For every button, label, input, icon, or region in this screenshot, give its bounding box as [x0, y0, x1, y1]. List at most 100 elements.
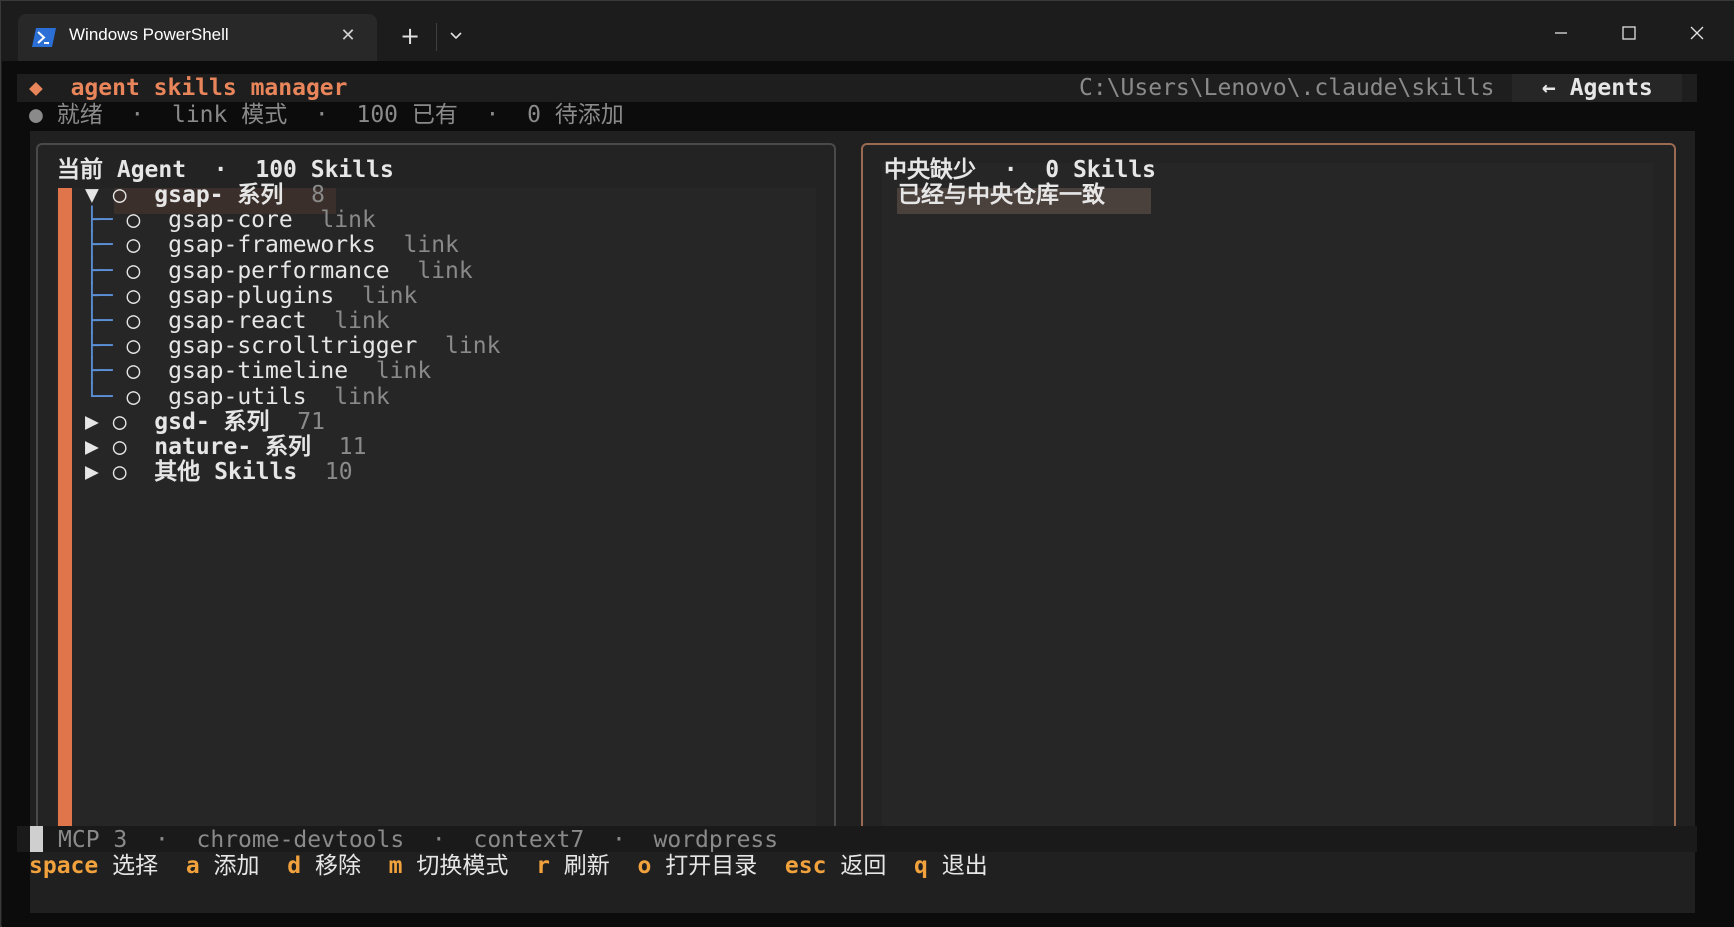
shortcut-bar: space 选择 a 添加 d 移除 m 切换模式 r 刷新 o 打开目录 es… [29, 852, 988, 880]
shortcut-label: 退出 [941, 853, 988, 879]
list-item[interactable]: ├─ ○ gsap-core link [85, 206, 376, 234]
group-name: gsd- 系列 [154, 409, 270, 435]
shortcut-key: space [29, 853, 99, 879]
list-item[interactable]: ├─ ○ gsap-frameworks link [85, 231, 459, 259]
group-row-gsd[interactable]: ▶ ○ gsd- 系列 71 [85, 408, 325, 436]
tree-branch-icon: ├─ [85, 358, 113, 384]
skill-type: link [361, 283, 418, 309]
tree-branch-icon: ├─ [85, 308, 113, 334]
skill-type: link [334, 384, 390, 410]
skills-path: C:\Users\Lenovo\.claude\skills [1079, 75, 1495, 101]
title-bar: Windows PowerShell ✕ + [1, 1, 1734, 61]
skill-type: link [320, 207, 376, 233]
skill-type: link [403, 232, 459, 258]
mcp-label: MCP 3 [58, 827, 128, 853]
skill-name: gsap-utils [168, 384, 307, 410]
skill-type: link [445, 333, 501, 359]
tab-separator [436, 23, 437, 51]
group-count: 71 [297, 409, 325, 435]
sync-message: 已经与中央仓库一致 [898, 182, 1105, 208]
cursor-block [30, 826, 43, 852]
left-panel-title: 当前 Agent · 100 Skills [57, 157, 394, 183]
status-existing: 100 已有 [356, 102, 458, 128]
selection-indicator [58, 188, 72, 830]
list-item[interactable]: ├─ ○ gsap-timeline link [85, 357, 431, 385]
shortcut-key: o [637, 853, 652, 879]
shortcut-label: 移除 [314, 853, 361, 879]
chevron-down-icon[interactable] [443, 19, 469, 53]
tree-branch-icon: ├─ [85, 232, 113, 258]
missing-list-area [882, 163, 1653, 831]
group-name: gsap- 系列 [154, 182, 284, 208]
circle-icon: ○ [112, 409, 127, 435]
list-item[interactable]: ├─ ○ gsap-scrolltrigger link [85, 332, 500, 360]
skill-name: gsap-frameworks [168, 232, 376, 258]
skill-type: link [334, 308, 390, 334]
terminal-area[interactable]: ◆ agent skills manager C:\Users\Lenovo\.… [2, 61, 1734, 927]
mcp-server: context7 [473, 827, 585, 853]
status-line: ● 就绪 · link 模式 · 100 已有 · 0 待添加 [29, 102, 624, 128]
tab-title: Windows PowerShell [69, 25, 229, 44]
shortcut-label: 选择 [112, 853, 159, 879]
circle-icon: ○ [112, 459, 127, 485]
shortcut-key: d [287, 853, 302, 879]
collapsed-triangle-icon: ▶ [85, 434, 99, 460]
close-window-button[interactable] [1677, 13, 1717, 53]
circle-icon: ○ [112, 434, 127, 460]
shortcut-key: a [185, 853, 200, 879]
skill-name: gsap-plugins [168, 283, 335, 309]
terminal-window: Windows PowerShell ✕ + ◆ agent skills ma… [0, 0, 1734, 927]
right-title-count: 0 Skills [1045, 157, 1157, 183]
circle-icon: ○ [112, 182, 127, 208]
skill-type: link [375, 358, 432, 384]
back-to-agents-button[interactable]: ← Agents [1542, 74, 1653, 102]
group-count: 10 [324, 459, 353, 485]
powershell-icon [32, 28, 56, 47]
status-dot-icon: ● [29, 102, 43, 128]
tree-branch-icon: ├─ [85, 258, 113, 284]
shortcut-key: esc [784, 853, 827, 879]
tab-close-button[interactable]: ✕ [335, 23, 361, 49]
mcp-line: MCP 3 · chrome-devtools · context7 · wor… [58, 827, 779, 853]
skill-name: gsap-scrolltrigger [168, 333, 418, 359]
group-name: nature- 系列 [154, 434, 312, 460]
shortcut-label: 打开目录 [665, 853, 758, 879]
collapsed-triangle-icon: ▶ [85, 459, 99, 485]
group-row-gsap[interactable]: ▼ ○ gsap- 系列 8 [85, 181, 325, 209]
shortcut-label: 刷新 [563, 853, 610, 879]
status-mode: link 模式 [171, 102, 288, 128]
group-count: 11 [338, 434, 367, 460]
diamond-icon: ◆ [29, 75, 43, 101]
list-item[interactable]: ├─ ○ gsap-performance link [85, 257, 473, 285]
tree-branch-icon: ├─ [85, 333, 113, 359]
maximize-button[interactable] [1609, 13, 1649, 53]
status-pending: 0 待添加 [527, 102, 624, 128]
shortcut-label: 返回 [840, 853, 887, 879]
shortcut-key: m [388, 853, 403, 879]
shortcut-key: r [536, 853, 550, 879]
collapsed-triangle-icon: ▶ [85, 409, 99, 435]
mcp-server: wordpress [653, 827, 779, 853]
tree-branch-icon: ├─ [85, 207, 113, 233]
list-item[interactable]: ├─ ○ gsap-react link [85, 307, 390, 335]
status-state: 就绪 [56, 102, 103, 128]
group-row-nature[interactable]: ▶ ○ nature- 系列 11 [85, 433, 366, 461]
new-tab-button[interactable]: + [396, 20, 424, 52]
shortcut-label: 添加 [213, 853, 260, 879]
mcp-server: chrome-devtools [196, 827, 405, 853]
list-item[interactable]: ├─ ○ gsap-plugins link [85, 282, 417, 310]
group-row-other[interactable]: ▶ ○ 其他 Skills 10 [85, 458, 353, 486]
app-title: agent skills manager [70, 75, 348, 101]
minimize-button[interactable] [1541, 13, 1581, 53]
shortcut-label: 切换模式 [416, 853, 509, 879]
skill-name: gsap-performance [168, 258, 390, 284]
skill-name: gsap-react [168, 308, 307, 334]
list-item[interactable]: └─ ○ gsap-utils link [85, 383, 390, 411]
right-panel-title: 中央缺少 · 0 Skills [884, 157, 1157, 183]
skill-name: gsap-timeline [168, 358, 349, 384]
tab-windows-powershell[interactable]: Windows PowerShell ✕ [18, 14, 377, 61]
app-header: ◆ agent skills manager [29, 74, 348, 102]
skill-type: link [417, 258, 473, 284]
expanded-triangle-icon: ▼ [85, 182, 99, 208]
tree-end-icon: └─ [85, 384, 113, 410]
